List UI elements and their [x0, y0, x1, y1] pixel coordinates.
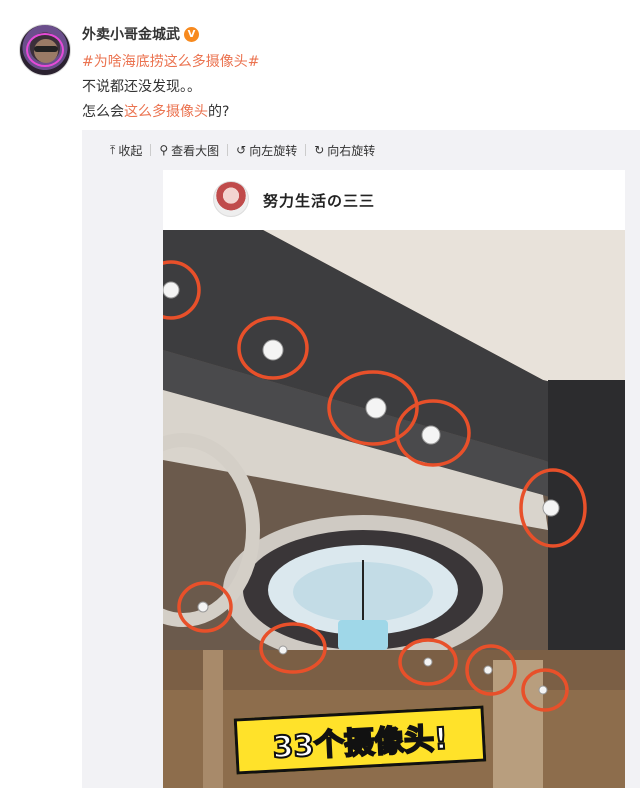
- username-row: 外卖小哥金城武 V: [82, 24, 199, 44]
- rotate-right-icon: ↻: [314, 143, 325, 157]
- image-author-name: 努力生活の三三: [263, 192, 376, 210]
- post-line-3-before: 怎么会: [82, 104, 124, 120]
- post-line-3: 怎么会这么多摄像头的?: [82, 100, 259, 125]
- restaurant-ceiling-photo: 33个摄像头!: [163, 230, 625, 788]
- post-highlight-text: 这么多摄像头: [124, 104, 208, 120]
- arrow-up-icon: ⤒: [110, 142, 116, 157]
- image-author-header: 努力生活の三三: [163, 170, 625, 230]
- rotate-left-label: 向左旋转: [249, 143, 298, 158]
- rotate-left-icon: ↺: [236, 143, 247, 157]
- view-large-button[interactable]: ⚲ 查看大图: [151, 142, 227, 159]
- collapse-button[interactable]: ⤒ 收起: [102, 142, 150, 159]
- collapse-label: 收起: [118, 143, 143, 158]
- image-caption-text: 33个摄像头!: [271, 720, 450, 766]
- username-link[interactable]: 外卖小哥金城武: [82, 24, 180, 44]
- rotate-right-label: 向右旋转: [327, 143, 376, 158]
- rotate-right-button[interactable]: ↻ 向右旋转: [306, 142, 383, 159]
- ceiling-illustration: [163, 230, 625, 788]
- user-avatar[interactable]: [19, 24, 71, 76]
- media-viewer: ⤒ 收起 ⚲ 查看大图 ↺ 向左旋转 ↻ 向右旋转 努力生活の三三 33个摄像头…: [82, 130, 640, 788]
- post-line-3-after: 的?: [208, 104, 230, 120]
- hashtag-link[interactable]: #为啥海底捞这么多摄像头#: [82, 54, 259, 70]
- avatar-glasses: [34, 46, 58, 52]
- media-toolbar: ⤒ 收起 ⚲ 查看大图 ↺ 向左旋转 ↻ 向右旋转: [82, 130, 640, 170]
- post-content: #为啥海底捞这么多摄像头# 不说都还没发现。。 怎么会这么多摄像头的?: [82, 50, 259, 125]
- post-image[interactable]: 努力生活の三三 33个摄像头!: [163, 170, 625, 788]
- verified-badge-icon: V: [184, 26, 199, 42]
- rotate-left-button[interactable]: ↺ 向左旋转: [228, 142, 305, 159]
- magnifier-icon: ⚲: [159, 143, 169, 157]
- post-line-2: 不说都还没发现。。: [82, 79, 201, 95]
- view-large-label: 查看大图: [171, 143, 220, 158]
- image-author-avatar: [213, 181, 249, 217]
